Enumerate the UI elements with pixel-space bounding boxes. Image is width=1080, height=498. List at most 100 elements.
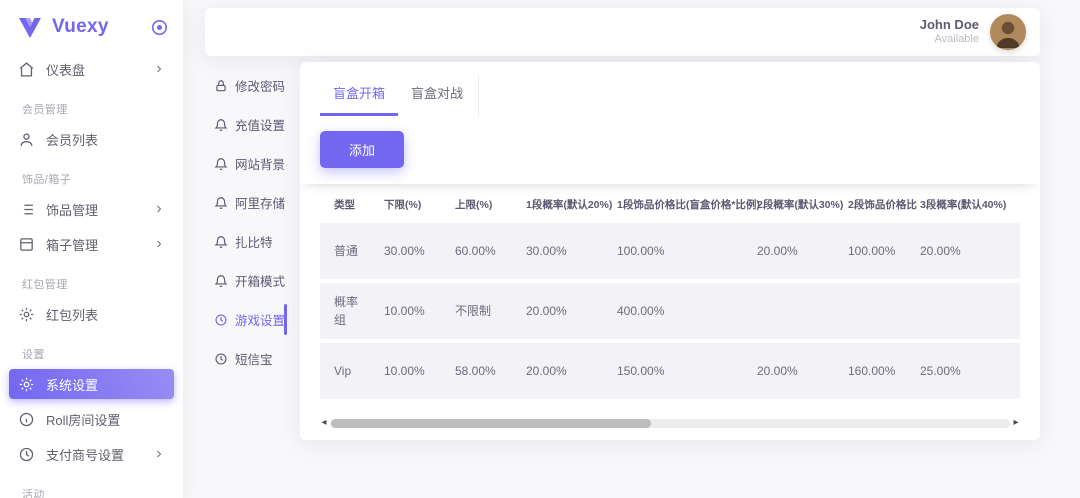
bell-icon bbox=[214, 118, 228, 132]
sidebar-item-redpacket-list[interactable]: 红包列表 bbox=[9, 299, 174, 329]
sidebar-item-member-list[interactable]: 会员列表 bbox=[9, 124, 174, 154]
sidebar-item-label: 仪表盘 bbox=[46, 60, 85, 79]
sidebar-item-system-settings[interactable]: 系统设置 bbox=[9, 369, 174, 399]
user-icon bbox=[18, 131, 35, 148]
sidebar-item-box-mgmt[interactable]: 箱子管理 bbox=[9, 229, 174, 259]
scrollbar-thumb[interactable] bbox=[331, 419, 651, 428]
submenu-item-label: 充值设置 bbox=[235, 115, 285, 134]
submenu-item-label: 阿里存储 bbox=[235, 193, 285, 212]
sidebar-item-label: 箱子管理 bbox=[46, 235, 98, 254]
sidebar-section-activity: 活动 bbox=[22, 486, 183, 498]
sidebar-item-label: 支付商号设置 bbox=[46, 445, 124, 464]
sidebar-pin-toggle-icon[interactable] bbox=[150, 18, 169, 37]
sidebar-item-roll-room-settings[interactable]: Roll房间设置 bbox=[9, 404, 174, 434]
cell-s1-ratio: 100.00% bbox=[603, 223, 743, 279]
col-header-stage1-prob: 1段概率(默认20%) bbox=[512, 188, 603, 219]
list-icon bbox=[18, 201, 35, 218]
horizontal-scrollbar: ◂ ▸ bbox=[318, 416, 1022, 430]
submenu-item-label: 网站背景 bbox=[235, 154, 285, 173]
table-row[interactable]: 概率组 10.00% 不限制 20.00% 400.00% bbox=[320, 283, 1020, 339]
submenu-item-label: 修改密码 bbox=[235, 76, 285, 95]
settings-submenu: 修改密码 充值设置 网站背景 阿里存储 扎比特 开箱模式 游戏设置 短信宝 bbox=[214, 66, 284, 378]
chevron-right-icon bbox=[153, 238, 165, 250]
lock-icon bbox=[214, 79, 228, 93]
scroll-left-arrow-icon[interactable]: ◂ bbox=[318, 416, 330, 430]
cell-s2-ratio bbox=[834, 283, 906, 339]
probability-table: 类型 下限(%) 上限(%) 1段概率(默认20%) 1段饰品价格比(盲盒价格*… bbox=[320, 184, 1020, 403]
scroll-right-arrow-icon[interactable]: ▸ bbox=[1010, 416, 1022, 430]
submenu-item-recharge-settings[interactable]: 充值设置 bbox=[214, 105, 284, 144]
cell-lower: 10.00% bbox=[370, 343, 441, 399]
tab-blindbox-open[interactable]: 盲盒开箱 bbox=[320, 74, 398, 116]
cell-s1-prob: 20.00% bbox=[512, 343, 603, 399]
table-container: 类型 下限(%) 上限(%) 1段概率(默认20%) 1段饰品价格比(盲盒价格*… bbox=[320, 184, 1020, 414]
sidebar-item-accessory-mgmt[interactable]: 饰品管理 bbox=[9, 194, 174, 224]
sidebar-item-label: 会员列表 bbox=[46, 130, 98, 149]
bell-icon bbox=[214, 157, 228, 171]
user-status: Available bbox=[920, 33, 979, 47]
cell-upper: 60.00% bbox=[441, 223, 512, 279]
cell-upper: 不限制 bbox=[441, 283, 512, 339]
clock-icon bbox=[18, 446, 35, 463]
game-settings-panel: 盲盒开箱 盲盒对战 添加 类型 下限(%) 上限(%) 1段概率(默认20%) … bbox=[300, 62, 1040, 440]
sidebar-item-dashboard[interactable]: 仪表盘 bbox=[9, 54, 174, 84]
submenu-item-zhabite[interactable]: 扎比特 bbox=[214, 222, 284, 261]
cell-lower: 10.00% bbox=[370, 283, 441, 339]
box-icon bbox=[18, 236, 35, 253]
cell-s2-ratio: 100.00% bbox=[834, 223, 906, 279]
cell-s1-ratio: 150.00% bbox=[603, 343, 743, 399]
submenu-item-ali-storage[interactable]: 阿里存储 bbox=[214, 183, 284, 222]
submenu-item-game-settings[interactable]: 游戏设置 bbox=[214, 300, 284, 339]
table-row[interactable]: 普通 30.00% 60.00% 30.00% 100.00% 20.00% 1… bbox=[320, 223, 1020, 279]
cell-lower: 30.00% bbox=[370, 223, 441, 279]
submenu-item-unbox-mode[interactable]: 开箱模式 bbox=[214, 261, 284, 300]
tabbar: 盲盒开箱 盲盒对战 bbox=[300, 62, 1040, 116]
sidebar-item-label: Roll房间设置 bbox=[46, 410, 120, 429]
submenu-item-label: 开箱模式 bbox=[235, 271, 285, 290]
chevron-right-icon bbox=[153, 63, 165, 75]
col-header-stage2-prob: 2段概率(默认30%) bbox=[743, 188, 834, 219]
col-header-upper-limit: 上限(%) bbox=[441, 188, 512, 219]
info-icon bbox=[18, 411, 35, 428]
submenu-item-label: 短信宝 bbox=[235, 349, 273, 368]
table-row[interactable]: Vip 10.00% 58.00% 20.00% 150.00% 20.00% … bbox=[320, 343, 1020, 399]
clock-icon bbox=[214, 352, 228, 366]
top-header: John Doe Available bbox=[205, 8, 1040, 56]
sidebar-nav: 仪表盘 会员管理 会员列表 饰品/箱子 饰品管理 箱子管理 红包管理 红包列表 … bbox=[0, 54, 183, 498]
cell-s1-prob: 20.00% bbox=[512, 283, 603, 339]
user-name: John Doe bbox=[920, 17, 979, 33]
home-icon bbox=[18, 61, 35, 78]
avatar[interactable] bbox=[990, 14, 1026, 50]
add-button[interactable]: 添加 bbox=[320, 131, 404, 168]
gear-icon bbox=[18, 376, 35, 393]
scrollbar-track[interactable] bbox=[330, 419, 1010, 428]
chevron-right-icon bbox=[153, 448, 165, 460]
table-header-row: 类型 下限(%) 上限(%) 1段概率(默认20%) 1段饰品价格比(盲盒价格*… bbox=[320, 188, 1020, 219]
vuexy-logo-icon bbox=[18, 17, 42, 38]
bell-icon bbox=[214, 196, 228, 210]
submenu-item-change-password[interactable]: 修改密码 bbox=[214, 66, 284, 105]
submenu-item-label: 扎比特 bbox=[235, 232, 273, 251]
sidebar-item-payment-merchant-settings[interactable]: 支付商号设置 bbox=[9, 439, 174, 469]
clock-icon bbox=[214, 313, 228, 327]
submenu-item-label: 游戏设置 bbox=[235, 310, 285, 329]
cell-s2-prob: 20.00% bbox=[743, 343, 834, 399]
tab-blindbox-battle[interactable]: 盲盒对战 bbox=[398, 74, 476, 116]
main-sidebar: Vuexy 仪表盘 会员管理 会员列表 饰品/箱子 饰品管理 箱子管理 红包管理 bbox=[0, 0, 183, 498]
sidebar-section-items-boxes: 饰品/箱子 bbox=[22, 171, 183, 187]
cell-type: 普通 bbox=[320, 223, 370, 279]
cell-s2-ratio: 160.00% bbox=[834, 343, 906, 399]
col-header-stage2-price-ratio: 2段饰品价格比 bbox=[834, 188, 906, 219]
sidebar-section-redpacket: 红包管理 bbox=[22, 276, 183, 292]
submenu-item-site-background[interactable]: 网站背景 bbox=[214, 144, 284, 183]
cell-s2-prob: 20.00% bbox=[743, 223, 834, 279]
cell-upper: 58.00% bbox=[441, 343, 512, 399]
submenu-item-sms-bao[interactable]: 短信宝 bbox=[214, 339, 284, 378]
bell-icon bbox=[214, 274, 228, 288]
brand-name: Vuexy bbox=[52, 16, 109, 38]
user-meta: John Doe Available bbox=[920, 17, 979, 47]
brand-header: Vuexy bbox=[0, 0, 183, 44]
sidebar-section-settings: 设置 bbox=[22, 346, 183, 362]
chevron-right-icon bbox=[153, 203, 165, 215]
sidebar-item-label: 饰品管理 bbox=[46, 200, 98, 219]
